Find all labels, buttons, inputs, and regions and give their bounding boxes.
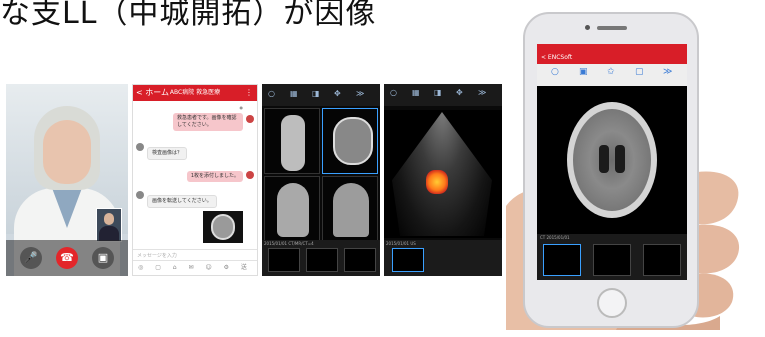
dicom-viewer-screen: ○ ▦ ◨ ✥ ≫ 2015/01/01 CT/MR/CT=4 xyxy=(262,84,380,276)
self-view-face xyxy=(104,213,114,225)
end-call-button[interactable]: ☎ xyxy=(56,247,78,269)
tool-icon[interactable]: ≫ xyxy=(663,67,672,77)
timestamp: ● xyxy=(239,105,244,110)
phone-toolbar: ○ ▣ ✩ ▢ ≫ xyxy=(537,64,687,86)
neck-scan xyxy=(277,183,309,237)
chat-toolbar[interactable]: ◎ ▢ ⌂ ✉ ☺ ⚙ 送信 xyxy=(133,260,257,275)
chat-message-in: 検査画像は？ xyxy=(147,147,188,160)
chat-title: ABC病院 救急医療 xyxy=(169,89,221,96)
tool-icon[interactable]: ≫ xyxy=(356,88,364,100)
series-thumbnail[interactable] xyxy=(344,248,376,272)
ventricle-right xyxy=(615,145,625,173)
series-thumbnail[interactable] xyxy=(306,248,338,272)
tool-icon[interactable]: ○ xyxy=(390,88,397,97)
avatar xyxy=(136,143,144,151)
viewer-toolbar: ○ ▦ ◨ ✥ ≫ xyxy=(384,84,502,106)
home-button[interactable] xyxy=(597,288,627,318)
menu-icon[interactable]: ⋮ xyxy=(245,85,253,101)
sagittal-scan xyxy=(333,183,369,237)
tool-icon[interactable]: ○ xyxy=(268,88,275,100)
series-strip: 2015/01/01 CT/MR/CT=4 xyxy=(262,240,380,276)
smartphone: < ENCSoft ○ ▣ ✩ ▢ ≫ CT 2015/01/01 xyxy=(523,12,699,328)
series-strip: 2015/01/01 US xyxy=(384,240,502,276)
chat-message-in: 画像を転送してください。 xyxy=(147,195,217,208)
viewer-toolbar: ○ ▦ ◨ ✥ ≫ xyxy=(262,84,380,106)
tool-icon[interactable]: ○ xyxy=(551,67,559,77)
phone-nav-bar[interactable]: < ENCSoft xyxy=(537,52,687,64)
call-control-bar: 🎤 ☎ ▣ xyxy=(6,240,128,276)
chat-header: < ホーム ABC病院 救急医療 ⋮ xyxy=(133,85,257,101)
brain-scan xyxy=(567,102,657,218)
video-call-screen: 🎤 ☎ ▣ xyxy=(6,84,128,276)
series-caption: 2015/01/01 CT/MR/CT=4 xyxy=(264,241,314,246)
tool-icon[interactable]: ✥ xyxy=(456,88,463,97)
back-button[interactable]: < ホーム xyxy=(136,85,169,101)
tool-icon[interactable]: ✩ xyxy=(607,67,615,77)
status-bar xyxy=(537,44,687,52)
speaker-grille xyxy=(597,26,627,30)
tool-icon[interactable]: ◨ xyxy=(434,88,442,97)
page-heading: な支LL（中城開拓）が因像 xyxy=(0,0,377,31)
camera-off-button[interactable]: ▣ xyxy=(92,247,114,269)
head-scan xyxy=(333,117,373,165)
series-thumbnail[interactable] xyxy=(392,248,424,272)
image-cell-head-ct[interactable] xyxy=(322,108,378,174)
phone-screen: < ENCSoft ○ ▣ ✩ ▢ ≫ CT 2015/01/01 xyxy=(537,44,687,280)
doppler-overlay xyxy=(426,170,448,194)
series-thumbnail[interactable] xyxy=(593,244,631,276)
series-thumbnail[interactable] xyxy=(543,244,581,276)
brain-mri-view[interactable] xyxy=(537,88,687,234)
chat-screen: < ホーム ABC病院 救急医療 ⋮ ● 救急患者です。画像を確認してください。… xyxy=(132,84,258,276)
series-strip: CT 2015/01/01 xyxy=(537,234,687,280)
avatar xyxy=(136,191,144,199)
doctor-face xyxy=(43,120,91,184)
self-view-thumbnail[interactable] xyxy=(96,208,122,242)
ultrasound-viewer-screen: ○ ▦ ◨ ✥ ≫ 2015/01/01 US xyxy=(384,84,502,276)
tool-icon[interactable]: ▦ xyxy=(290,88,298,100)
body-scan xyxy=(281,115,305,171)
series-thumbnail[interactable] xyxy=(643,244,681,276)
self-view-body xyxy=(99,226,119,241)
tool-icon[interactable]: ✥ xyxy=(334,88,341,100)
tool-icon[interactable]: ◨ xyxy=(312,88,320,100)
chat-message-out: 救急患者です。画像を確認してください。 xyxy=(173,113,243,131)
ultrasound-image[interactable] xyxy=(384,110,502,238)
chat-message-out: 1枚を添付しました。 xyxy=(186,171,243,182)
tool-icon[interactable]: ≫ xyxy=(478,88,486,97)
mute-button[interactable]: 🎤 xyxy=(20,247,42,269)
image-cell-chest[interactable] xyxy=(264,108,320,174)
tool-icon[interactable]: ▣ xyxy=(579,67,588,77)
avatar xyxy=(246,171,254,179)
image-cell-sagittal[interactable] xyxy=(322,176,378,242)
avatar xyxy=(246,115,254,123)
image-cell-neck[interactable] xyxy=(264,176,320,242)
series-caption: 2015/01/01 US xyxy=(386,241,416,246)
series-caption: CT 2015/01/01 xyxy=(540,235,570,240)
series-thumbnail[interactable] xyxy=(268,248,300,272)
tool-icon[interactable]: ▢ xyxy=(635,67,644,77)
attached-ct-image[interactable] xyxy=(203,211,243,243)
ventricle-left xyxy=(599,145,609,173)
brain-tissue xyxy=(573,109,651,211)
ct-skull xyxy=(211,214,235,240)
front-camera xyxy=(585,25,590,30)
tool-icon[interactable]: ▦ xyxy=(412,88,420,97)
